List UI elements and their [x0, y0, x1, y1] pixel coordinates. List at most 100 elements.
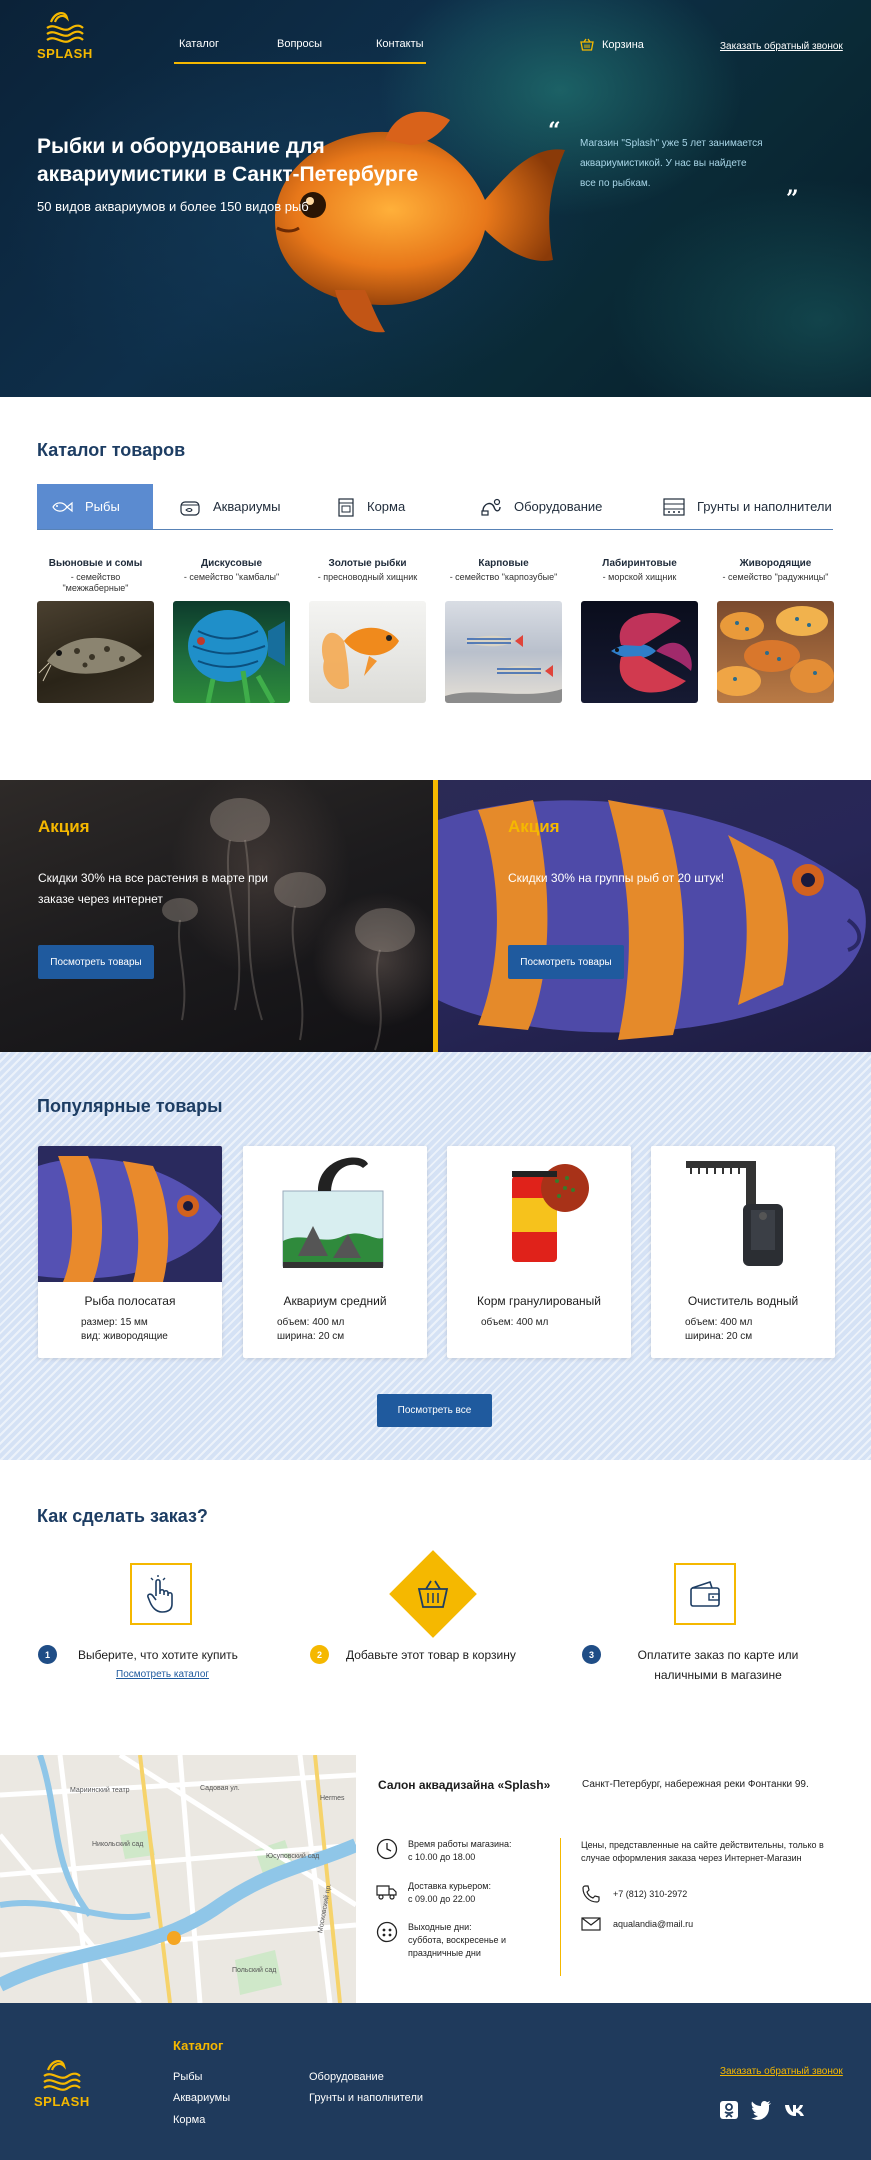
- map-label: Мариинский театр: [70, 1787, 130, 1794]
- hours-value: с 10.00 до 18.00: [408, 1852, 476, 1862]
- nav-questions[interactable]: Вопросы: [277, 38, 322, 50]
- nav-contacts[interactable]: Контакты: [376, 38, 424, 50]
- quote-line3: все по рыбкам.: [580, 178, 651, 189]
- category-image-livebearers[interactable]: [717, 601, 834, 703]
- phone-icon: [582, 1885, 600, 1903]
- footer-catalog-title: Каталог: [173, 2038, 224, 2053]
- category-livebearers[interactable]: Живородящие - семейство "радужницы": [717, 558, 834, 583]
- product-image-fish-food: [447, 1146, 631, 1282]
- hero-banner: SPLASH Каталог Вопросы Контакты Корзина …: [0, 0, 871, 397]
- catalog-title: Каталог товаров: [37, 440, 186, 460]
- hours-label: Время работы магазина:: [408, 1839, 512, 1849]
- fish-icon: [52, 501, 73, 512]
- nav-catalog[interactable]: Каталог: [179, 38, 219, 50]
- tab-soil[interactable]: Грунты и наполнители: [663, 484, 832, 529]
- soil-icon: [663, 497, 685, 516]
- footer-logo[interactable]: SPLASH: [34, 2056, 90, 2109]
- hero-subtitle: 50 видов аквариумов и более 150 видов ры…: [37, 199, 309, 214]
- days-off-label: Выходные дни:: [408, 1922, 472, 1932]
- promo-view-products-button[interactable]: Посмотреть товары: [38, 945, 154, 979]
- category-image-labyrinth[interactable]: [581, 601, 698, 703]
- footer-link-fish[interactable]: Рыбы: [173, 2071, 202, 2083]
- promo-title: Акция: [508, 817, 560, 836]
- category-discus[interactable]: Дискусовые - семейство "камбалы": [173, 558, 290, 583]
- footer-callback-link[interactable]: Заказать обратный звонок: [720, 2066, 843, 2077]
- cart-link[interactable]: Корзина: [580, 38, 644, 51]
- tab-aquariums[interactable]: Аквариумы: [179, 484, 280, 529]
- order-title: Как сделать заказ?: [37, 1506, 208, 1526]
- category-carp[interactable]: Карповые - семейство "карпозубые": [445, 558, 562, 583]
- odnoklassniki-icon[interactable]: [718, 2099, 740, 2121]
- product-title: Рыба полосатая: [84, 1294, 176, 1308]
- category-image-carp[interactable]: [445, 601, 562, 703]
- category-desc: - пресноводный хищник: [317, 572, 418, 582]
- working-hours: Время работы магазина: с 10.00 до 18.00: [376, 1838, 511, 1864]
- product-title: Корм гранулированый: [477, 1294, 601, 1308]
- equipment-icon: [481, 498, 501, 516]
- wallet-icon: [690, 1580, 720, 1607]
- email-contact[interactable]: aqualandia@mail.ru: [581, 1916, 693, 1932]
- angelfish-image: [438, 800, 866, 1040]
- footer-link-soil[interactable]: Грунты и наполнители: [309, 2092, 423, 2104]
- header-logo[interactable]: SPLASH: [37, 8, 93, 61]
- map-label: Польский сад: [232, 1967, 277, 1974]
- product-card[interactable]: Аквариум средний объем: 400 мл ширина: 20…: [243, 1146, 427, 1358]
- view-catalog-link[interactable]: Посмотреть каталог: [116, 1669, 209, 1680]
- category-desc: - морской хищник: [602, 572, 677, 582]
- tab-fish[interactable]: Рыбы: [37, 484, 153, 529]
- footer-link-aquariums[interactable]: Аквариумы: [173, 2092, 230, 2104]
- wave-logo-icon: [46, 12, 84, 43]
- view-all-button[interactable]: Посмотреть все: [377, 1394, 492, 1427]
- wave-logo-icon: [43, 2060, 81, 2091]
- twitter-icon[interactable]: [750, 2099, 772, 2121]
- category-loaches[interactable]: Вьюновые и сомы - семейство "межжаберные": [37, 558, 154, 594]
- promo-view-products-button[interactable]: Посмотреть товары: [508, 945, 624, 979]
- tab-equipment[interactable]: Оборудование: [480, 484, 602, 529]
- phone-contact[interactable]: +7 (812) 310-2972: [581, 1884, 687, 1904]
- callback-link[interactable]: Заказать обратный звонок: [720, 41, 843, 52]
- info-divider: [560, 1838, 561, 1976]
- product-card[interactable]: Очиститель водный объем: 400 мл ширина: 2…: [651, 1146, 835, 1358]
- location-map[interactable]: Мариинский театр Никольский сад Юсуповск…: [0, 1755, 356, 2003]
- food-icon: [338, 497, 354, 517]
- product-specs: объем: 400 мл: [481, 1317, 549, 1328]
- category-image-loaches[interactable]: [37, 601, 154, 703]
- tab-food[interactable]: Корма: [337, 484, 405, 529]
- map-image: [0, 1755, 356, 2003]
- category-desc: - семейство "радужницы": [722, 572, 829, 582]
- cart-label: Корзина: [602, 38, 644, 51]
- salon-address: Санкт-Петербург, набережная реки Фонтанк…: [582, 1779, 809, 1790]
- map-label: Юсуповский сад: [266, 1853, 320, 1860]
- calendar-icon: [376, 1921, 398, 1943]
- product-card[interactable]: Корм гранулированый объем: 400 мл: [447, 1146, 631, 1358]
- delivery-value: с 09.00 до 22.00: [408, 1894, 476, 1904]
- category-desc: - семейство "карпозубые": [449, 572, 558, 582]
- step-pay-icon-frame: [674, 1563, 736, 1625]
- map-label: Никольский сад: [92, 1841, 144, 1848]
- footer-link-equipment[interactable]: Оборудование: [309, 2071, 384, 2083]
- category-image-discus[interactable]: [173, 601, 290, 703]
- price-note: Цены, представленные на сайте действител…: [581, 1840, 824, 1863]
- product-specs: размер: 15 мм вид: живородящие: [81, 1317, 168, 1342]
- logo-text: SPLASH: [34, 2094, 90, 2109]
- days-off-value: праздничные дни: [408, 1948, 481, 1958]
- category-name: Лабиринтовые: [602, 558, 677, 569]
- product-card[interactable]: Рыба полосатая размер: 15 мм вид: живород…: [38, 1146, 222, 1358]
- category-goldfish[interactable]: Золотые рыбки - пресноводный хищник: [309, 558, 426, 583]
- product-image-striped-fish: [38, 1146, 222, 1282]
- tab-aquariums-label: Аквариумы: [213, 499, 281, 514]
- basket-icon: [417, 1580, 449, 1608]
- step-number-1: 1: [38, 1645, 57, 1664]
- category-labyrinth[interactable]: Лабиринтовые - морской хищник: [581, 558, 698, 583]
- promo-fish-groups: Акция Скидки 30% на группы рыб от 20 шту…: [438, 780, 871, 1052]
- promo-text: Скидки 30% на все растения в марте при за…: [38, 871, 268, 906]
- category-name: Вьюновые и сомы: [48, 558, 143, 569]
- category-image-goldfish[interactable]: [309, 601, 426, 703]
- courier-delivery: Доставка курьером: с 09.00 до 22.00: [376, 1880, 491, 1906]
- tab-soil-label: Грунты и наполнители: [697, 499, 832, 514]
- vk-icon[interactable]: [784, 2099, 806, 2121]
- step-text-1: Выберите, что хотите купить: [78, 1648, 238, 1662]
- step-number-3: 3: [582, 1645, 601, 1664]
- footer: SPLASH Каталог Рыбы Аквариумы Корма Обор…: [0, 2003, 871, 2160]
- footer-link-food[interactable]: Корма: [173, 2114, 205, 2126]
